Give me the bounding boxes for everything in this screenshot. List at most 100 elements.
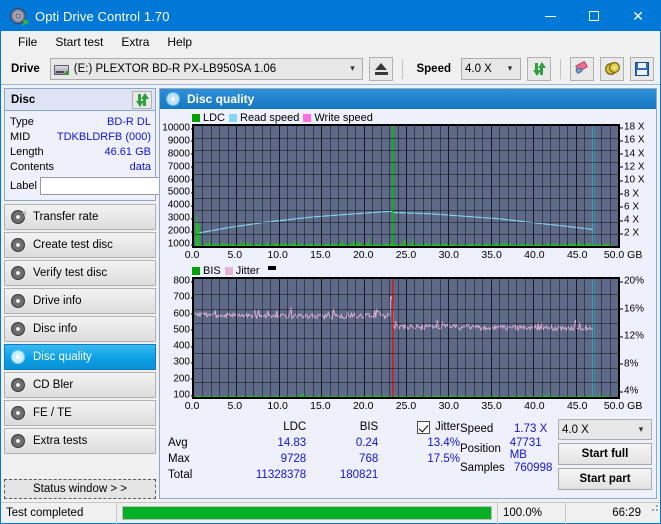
disc-row-contents: Contents data: [10, 159, 151, 174]
save-button[interactable]: [630, 56, 654, 81]
erase-button[interactable]: [570, 56, 594, 81]
maximize-button[interactable]: [572, 1, 616, 31]
sidebar-item-label: Extra tests: [33, 435, 88, 447]
eject-button[interactable]: [369, 56, 394, 81]
axis-tick: 6 X: [619, 201, 640, 213]
menu-file[interactable]: File: [9, 33, 46, 51]
discs-icon: [604, 61, 620, 76]
test-speed-select[interactable]: 4.0 X ▾: [558, 419, 652, 440]
disc-quality-icon: [11, 349, 26, 365]
stats-cell-bis: 180821: [339, 469, 379, 481]
test-speed-value: 4.0 X: [562, 423, 589, 436]
gridline: [194, 186, 618, 187]
drive-select[interactable]: (E:) PLEXTOR BD-R PX-LB950SA 1.06 ▾: [49, 57, 364, 80]
axis-tick: 30.0: [438, 400, 460, 412]
close-button[interactable]: ✕: [616, 1, 660, 31]
sidebar-item-label: Verify test disc: [33, 267, 108, 279]
axis-tick: 2000: [167, 225, 195, 237]
sidebar-item-create-test-disc[interactable]: Create test disc: [4, 232, 156, 258]
start-full-button[interactable]: Start full: [558, 443, 652, 465]
stats-readouts: Speed 1.73 X Position 47731 MB Samples 7…: [460, 419, 558, 490]
stats-row-total: Total 11328378 180821: [168, 467, 460, 483]
axis-tick: 12 X: [620, 161, 645, 173]
axis-tick: 6000: [167, 174, 195, 186]
axis-tick: 100: [173, 389, 194, 401]
disc-label-row: Label: [10, 176, 213, 196]
legend-label: Read speed: [240, 111, 300, 124]
axis-tick: 8 X: [619, 188, 640, 199]
stats-samples-value: 760998: [514, 461, 553, 474]
gridline: [194, 234, 618, 235]
status-message: Test completed: [1, 502, 117, 524]
speed-select[interactable]: 4.0 X ▾: [461, 57, 521, 80]
status-window-button[interactable]: Status window > >: [4, 479, 156, 499]
refresh-button[interactable]: [527, 56, 551, 81]
status-progress-percent: 100.0%: [498, 502, 566, 524]
start-part-button[interactable]: Start part: [558, 468, 652, 490]
axis-tick: 20.0: [352, 249, 374, 261]
sidebar-nav: Transfer rate Create test disc Verify te…: [4, 204, 156, 454]
axis-tick: 25.0: [395, 249, 417, 261]
axis-tick: 4000: [167, 199, 195, 211]
stats-cell-bis: 0.24: [355, 437, 379, 449]
axis-tick: 10.0: [267, 249, 288, 261]
axis-tick: 15.0: [310, 249, 331, 261]
gridline: [194, 308, 618, 310]
main-panel: Disc quality LDC Read speed Write speed …: [159, 88, 657, 499]
sidebar-item-transfer-rate[interactable]: Transfer rate: [4, 204, 156, 230]
sidebar-item-extra-tests[interactable]: Extra tests: [4, 428, 156, 454]
stats-row-avg: Avg 14.83 0.24 13.4%: [168, 435, 460, 451]
sidebar-item-disc-quality[interactable]: Disc quality: [4, 344, 156, 370]
sidebar-item-disc-info[interactable]: Disc info: [4, 316, 156, 342]
chevron-down-icon: ▾: [638, 424, 644, 434]
window-title: Opti Drive Control 1.70: [35, 8, 170, 24]
axis-tick: 45.0: [566, 400, 588, 412]
axis-tick: 400: [173, 340, 194, 352]
menu-extra[interactable]: Extra: [112, 33, 158, 51]
stats-position-label: Position: [460, 443, 501, 455]
top-chart-plot[interactable]: [192, 124, 620, 248]
legend-item-jitter: Jitter: [224, 265, 260, 277]
menu-start-test[interactable]: Start test: [46, 33, 112, 51]
gridline: [194, 162, 618, 163]
drive-label: Drive: [11, 62, 40, 75]
axis-tick: 45.0: [566, 249, 588, 261]
minimize-button[interactable]: [528, 1, 572, 31]
stats-position-row: Position 47731 MB: [460, 437, 558, 461]
disc-refresh-button[interactable]: [132, 90, 152, 109]
top-chart-row: 10000 9000 8000 7000 6000 5000 4000 3000 2000 100…: [162, 121, 652, 250]
legend-item-read-speed: Read speed: [229, 112, 299, 124]
gridline: [194, 382, 618, 384]
gridline: [194, 138, 618, 139]
stats-right: Speed 1.73 X Position 47731 MB Samples 7…: [460, 419, 656, 490]
gridline: [194, 352, 618, 354]
gridline: [194, 293, 618, 295]
axis-tick: 18 X: [620, 121, 645, 133]
bottom-chart-plot[interactable]: [192, 277, 620, 399]
legend-swatch-jitter: [224, 266, 233, 275]
bottom-chart-legend: BIS Jitter: [162, 264, 652, 277]
stats-samples-row: Samples 760998: [460, 459, 558, 476]
axis-tick: 3000: [167, 212, 195, 224]
axis-tick: 7000: [167, 161, 195, 173]
speed-label: Speed: [416, 62, 451, 75]
sidebar-item-drive-info[interactable]: Drive info: [4, 288, 156, 314]
axis-tick: 800: [173, 275, 194, 287]
axis-tick: 40.0: [524, 400, 545, 412]
sidebar-item-verify-test-disc[interactable]: Verify test disc: [4, 260, 156, 286]
disc-button[interactable]: [600, 56, 624, 81]
gridline: [194, 367, 618, 369]
disc-row-value: TDKBLDRFB (000): [56, 130, 151, 143]
drive-select-value: (E:) PLEXTOR BD-R PX-LB950SA 1.06: [73, 62, 277, 75]
sidebar-item-cd-bler[interactable]: CD Bler: [4, 372, 156, 398]
menu-help[interactable]: Help: [158, 33, 201, 51]
stats-row-label: Max: [168, 453, 190, 465]
sidebar-item-fe-te[interactable]: FE / TE: [4, 400, 156, 426]
refresh-icon: [135, 92, 150, 107]
speed-select-value: 4.0 X: [465, 62, 492, 75]
jitter-checkbox[interactable]: [417, 420, 431, 434]
toolbar-separator-1: [402, 58, 404, 79]
stats-row-label: Avg: [168, 437, 188, 449]
top-chart-y-axis-right: 18 X 16 X 14 X 12 X 10 X 8 X 6 X4 X2 X: [619, 121, 652, 248]
cd-bler-icon: [11, 377, 26, 393]
